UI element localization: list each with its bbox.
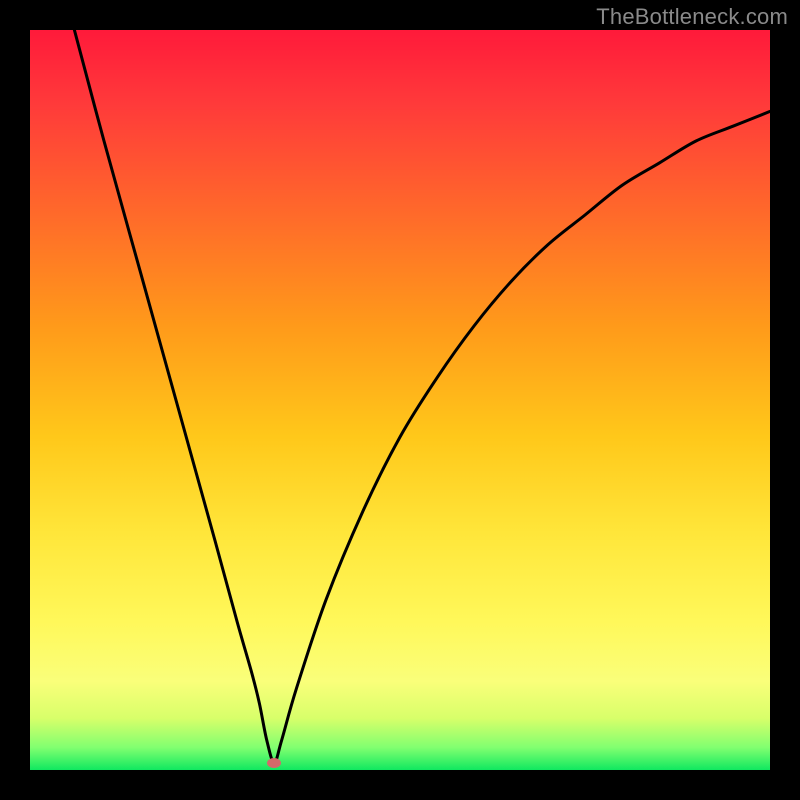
watermark-text: TheBottleneck.com [596, 4, 788, 30]
plot-area [30, 30, 770, 770]
minimum-marker [267, 758, 281, 768]
bottleneck-curve-path [74, 30, 770, 763]
curve-svg [30, 30, 770, 770]
chart-container: TheBottleneck.com [0, 0, 800, 800]
